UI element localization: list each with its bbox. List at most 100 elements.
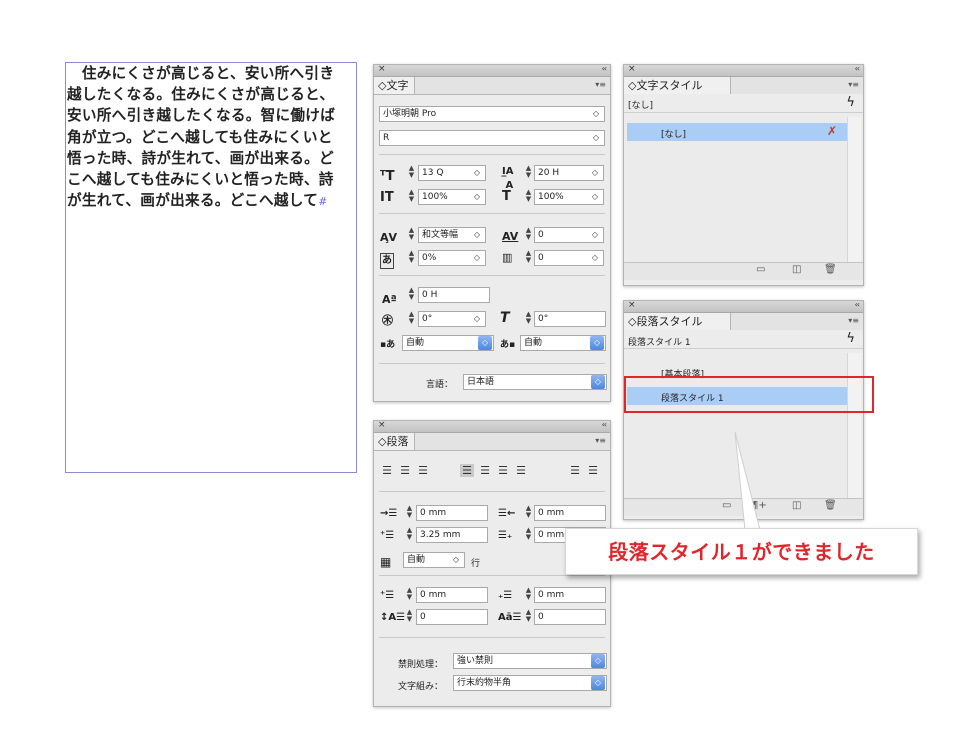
chevron-updown-icon[interactable]: ◇ xyxy=(591,676,605,690)
stepper-icon[interactable]: ▲ ▼ xyxy=(405,609,414,623)
kinsoku-select[interactable]: 強い禁則 ◇ xyxy=(453,653,607,669)
new-style-icon[interactable]: ◫ xyxy=(792,264,801,275)
chevron-updown-icon[interactable]: ◇ xyxy=(590,336,604,350)
panel-menu-icon[interactable]: ▾≡ xyxy=(595,80,606,89)
kerning-field[interactable]: 0 ◇ xyxy=(534,250,604,266)
space-before-field[interactable]: 0 mm xyxy=(416,587,488,603)
first-line-indent-field[interactable]: 3.25 mm xyxy=(416,527,488,543)
justify-all-icon[interactable]: ☰ xyxy=(514,464,528,477)
new-style-icon[interactable]: ◫ xyxy=(792,500,801,511)
drop-cap-lines-field[interactable]: 0 xyxy=(416,609,488,625)
grid-select[interactable]: 自動 ◇ xyxy=(403,552,465,568)
chevron-updown-icon[interactable]: ◇ xyxy=(588,251,602,265)
align-away-spine-icon[interactable]: ☰ xyxy=(586,464,600,477)
close-icon[interactable]: × xyxy=(378,420,386,430)
chevron-updown-icon[interactable]: ◇ xyxy=(470,228,484,242)
stepper-icon[interactable]: ▲ ▼ xyxy=(524,165,533,179)
stepper-icon[interactable]: ▲ ▼ xyxy=(524,587,533,601)
align-center-icon[interactable]: ☰ xyxy=(398,464,412,477)
chevron-updown-icon[interactable]: ◇ xyxy=(591,375,605,389)
font-style-field[interactable]: R ◇ xyxy=(379,130,605,146)
chevron-updown-icon[interactable]: ◇ xyxy=(449,553,463,567)
chevron-updown-icon[interactable]: ◇ xyxy=(470,312,484,326)
stepper-icon[interactable]: ▲ ▼ xyxy=(407,165,416,179)
stepper-icon[interactable]: ▲ ▼ xyxy=(524,189,533,203)
tab-character-styles[interactable]: ◇文字スタイル xyxy=(624,77,731,94)
stepper-icon[interactable]: ▲ ▼ xyxy=(524,227,533,241)
stepper-icon[interactable]: ▲ ▼ xyxy=(524,250,533,264)
collapse-icon[interactable]: ‹‹ xyxy=(602,420,608,429)
font-size-field[interactable]: 13 Q ◇ xyxy=(418,165,486,181)
justify-right-icon[interactable]: ☰ xyxy=(496,464,510,477)
close-icon[interactable]: × xyxy=(378,64,386,74)
collapse-icon[interactable]: ‹‹ xyxy=(602,64,608,73)
stepper-icon[interactable]: ▲ ▼ xyxy=(407,311,416,325)
close-icon[interactable]: × xyxy=(628,64,636,74)
aki-before-select[interactable]: 自動 ◇ xyxy=(402,335,494,351)
justify-center-icon[interactable]: ☰ xyxy=(478,464,492,477)
stepper-icon[interactable]: ▲ ▼ xyxy=(407,189,416,203)
tab-character[interactable]: ◇文字 xyxy=(374,77,416,94)
chevron-updown-icon[interactable]: ◇ xyxy=(470,190,484,204)
aki-after-select[interactable]: 自動 ◇ xyxy=(520,335,606,351)
align-left-icon[interactable]: ☰ xyxy=(380,464,394,477)
rotation-field[interactable]: 0° ◇ xyxy=(418,311,486,327)
tsume-field[interactable]: 0% ◇ xyxy=(418,250,486,266)
tracking-field[interactable]: 0 ◇ xyxy=(534,227,604,243)
vertical-scale-field[interactable]: 100% ◇ xyxy=(418,189,486,205)
tab-paragraph[interactable]: ◇段落 xyxy=(374,433,416,450)
lightning-icon[interactable]: ϟ xyxy=(846,95,855,110)
panel-menu-icon[interactable]: ▾≡ xyxy=(848,80,859,89)
text-frame[interactable]: 住みにくさが高じると、安い所へ引き 越したくなる。住みにくさが高じると、 安い所… xyxy=(65,62,357,473)
chevron-updown-icon[interactable]: ◇ xyxy=(470,166,484,180)
stepper-icon[interactable]: ▲ ▼ xyxy=(407,287,416,301)
baseline-shift-field[interactable]: 0 H xyxy=(418,287,490,303)
folder-icon[interactable]: ▭ xyxy=(756,264,765,275)
close-icon[interactable]: × xyxy=(628,300,636,310)
chevron-updown-icon[interactable]: ◇ xyxy=(588,166,602,180)
space-after-field[interactable]: 0 mm xyxy=(534,587,606,603)
stepper-icon[interactable]: ▲ ▼ xyxy=(524,527,533,541)
stepper-icon[interactable]: ▲ ▼ xyxy=(524,505,533,519)
trash-icon[interactable]: 🗑 xyxy=(824,264,837,275)
align-towards-spine-icon[interactable]: ☰ xyxy=(568,464,582,477)
chevron-updown-icon[interactable]: ◇ xyxy=(478,336,492,350)
collapse-icon[interactable]: ‹‹ xyxy=(855,64,861,73)
stepper-icon[interactable]: ▲ ▼ xyxy=(407,227,416,241)
character-panel-titlebar[interactable]: × ‹‹ xyxy=(374,64,610,77)
scrollbar[interactable] xyxy=(847,117,861,265)
chevron-updown-icon[interactable]: ◇ xyxy=(588,190,602,204)
tab-paragraph-styles[interactable]: ◇段落スタイル xyxy=(624,313,731,330)
stepper-icon[interactable]: ▲ ▼ xyxy=(524,609,533,623)
collapse-icon[interactable]: ‹‹ xyxy=(855,300,861,309)
paragraph-panel-titlebar[interactable]: × ‹‹ xyxy=(374,420,610,433)
align-right-icon[interactable]: ☰ xyxy=(416,464,430,477)
tracking-mode-field[interactable]: 和文等幅 ◇ xyxy=(418,227,486,243)
stepper-icon[interactable]: ▲ ▼ xyxy=(405,527,414,541)
clear-overrides-icon[interactable]: ¶+ xyxy=(752,500,767,511)
paragraph-styles-titlebar[interactable]: × ‹‹ xyxy=(624,300,863,313)
chevron-updown-icon[interactable]: ◇ xyxy=(470,251,484,265)
chevron-updown-icon[interactable]: ◇ xyxy=(591,654,605,668)
stepper-icon[interactable]: ▲ ▼ xyxy=(407,250,416,264)
chevron-updown-icon[interactable]: ◇ xyxy=(588,228,602,242)
scrollbar[interactable] xyxy=(847,353,861,499)
right-indent-field[interactable]: 0 mm xyxy=(534,505,606,521)
stepper-icon[interactable]: ▲ ▼ xyxy=(524,311,533,325)
mojikumi-select[interactable]: 行末約物半角 ◇ xyxy=(453,675,607,691)
character-styles-titlebar[interactable]: × ‹‹ xyxy=(624,64,863,77)
trash-icon[interactable]: 🗑 xyxy=(824,500,837,511)
horizontal-scale-field[interactable]: 100% ◇ xyxy=(534,189,604,205)
font-family-field[interactable]: 小塚明朝 Pro ◇ xyxy=(379,106,605,122)
lightning-icon[interactable]: ϟ xyxy=(846,331,855,346)
stepper-icon[interactable]: ▲ ▼ xyxy=(405,587,414,601)
panel-menu-icon[interactable]: ▾≡ xyxy=(848,316,859,325)
chevron-updown-icon[interactable]: ◇ xyxy=(589,131,603,145)
folder-icon[interactable]: ▭ xyxy=(722,500,731,511)
list-item[interactable]: [なし] ✗ xyxy=(627,123,847,141)
justify-left-icon[interactable]: ☰ xyxy=(460,464,474,477)
left-indent-field[interactable]: 0 mm xyxy=(416,505,488,521)
stepper-icon[interactable]: ▲ ▼ xyxy=(405,505,414,519)
panel-menu-icon[interactable]: ▾≡ xyxy=(595,436,606,445)
drop-cap-chars-field[interactable]: 0 xyxy=(534,609,606,625)
